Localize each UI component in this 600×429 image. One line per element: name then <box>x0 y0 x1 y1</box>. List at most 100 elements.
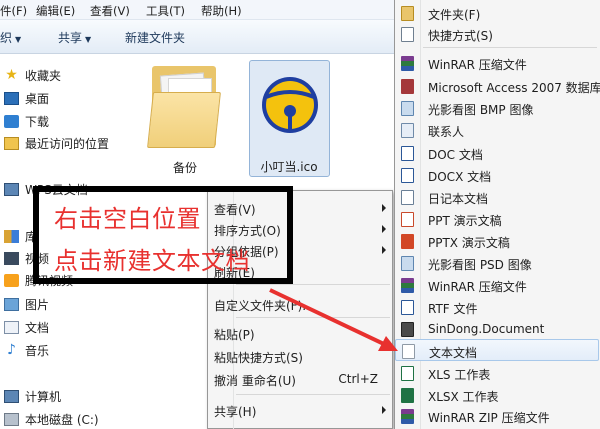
menu-label: DOCX 文档 <box>428 170 492 184</box>
new-pptx-item[interactable]: PPTX 演示文稿 <box>395 230 600 252</box>
menu-item-share[interactable]: 共享(H) <box>208 400 394 420</box>
computer-icon <box>4 389 19 403</box>
menu-view[interactable]: 查看(V) <box>90 3 130 19</box>
menu-label: DOC 文档 <box>428 148 483 162</box>
menu-label: WinRAR 压缩文件 <box>428 58 527 72</box>
music-icon: ♪ <box>7 341 16 358</box>
psd-icon <box>401 256 414 271</box>
new-winrar-zip-item[interactable]: WinRAR ZIP 压缩文件 <box>395 405 600 427</box>
winrar-icon <box>401 278 414 293</box>
star-icon: ★ <box>5 66 18 83</box>
document-icon <box>4 320 19 334</box>
new-xls-item[interactable]: XLS 工作表 <box>395 362 600 384</box>
nav-label: 图片 <box>25 297 50 312</box>
new-journal-item[interactable]: 日记本文档 <box>395 186 600 208</box>
new-rtf-item[interactable]: RTF 文件 <box>395 296 600 318</box>
tencent-video-icon <box>4 273 19 287</box>
nav-downloads[interactable]: 下载 <box>4 112 49 130</box>
disk-icon <box>4 412 19 426</box>
menu-label: 粘贴快捷方式(S) <box>214 351 303 365</box>
menu-label: 联系人 <box>428 125 465 139</box>
picture-icon <box>4 297 19 311</box>
pptx-icon <box>401 234 414 249</box>
nav-computer[interactable]: 计算机 <box>4 387 61 405</box>
video-icon <box>4 251 19 265</box>
nav-pictures[interactable]: 图片 <box>4 295 49 313</box>
new-contact-item[interactable]: 联系人 <box>395 119 600 141</box>
new-folder-item[interactable]: 文件夹(F) <box>395 2 600 24</box>
menu-item-paste[interactable]: 粘贴(P) <box>208 323 394 343</box>
nav-label: 计算机 <box>25 389 62 404</box>
nav-music[interactable]: ♪ 音乐 <box>4 341 49 359</box>
menu-label: WinRAR 压缩文件 <box>428 280 527 294</box>
menu-label: 光影看图 BMP 图像 <box>428 103 534 117</box>
new-docx-item[interactable]: DOCX 文档 <box>395 164 600 186</box>
new-access-item[interactable]: Microsoft Access 2007 数据库 <box>395 75 600 97</box>
contact-icon <box>401 123 414 138</box>
menu-label: RTF 文件 <box>428 302 478 316</box>
share-label: 共享 <box>58 31 83 45</box>
menu-help[interactable]: 帮助(H) <box>201 3 242 19</box>
menu-label: 文件夹(F) <box>428 8 481 22</box>
cloud-icon <box>4 182 19 196</box>
new-winrar-item[interactable]: WinRAR 压缩文件 <box>395 52 600 74</box>
new-sindong-item[interactable]: SinDong.Document <box>395 318 600 340</box>
nav-label: 收藏夹 <box>25 68 62 83</box>
docx-icon <box>401 168 414 183</box>
new-xlsx-item[interactable]: XLSX 工作表 <box>395 384 600 406</box>
nav-documents[interactable]: 文档 <box>4 318 49 336</box>
nav-favorites[interactable]: ★ 收藏夹 <box>4 66 61 84</box>
new-winrar-item-2[interactable]: WinRAR 压缩文件 <box>395 274 600 296</box>
menu-label: 撤消 重命名(U) <box>214 374 296 388</box>
xls-icon <box>401 366 414 381</box>
menu-label: 日记本文档 <box>428 192 489 206</box>
new-bmp-item[interactable]: 光影看图 BMP 图像 <box>395 97 600 119</box>
new-ppt-item[interactable]: PPT 演示文稿 <box>395 208 600 230</box>
organize-button[interactable]: 织 ▼ <box>0 29 21 46</box>
menu-tools[interactable]: 工具(T) <box>146 3 185 19</box>
new-submenu: 文件夹(F) 快捷方式(S) WinRAR 压缩文件 Microsoft Acc… <box>394 0 600 429</box>
nav-local-disk[interactable]: 本地磁盘 (C:) <box>4 410 99 428</box>
xlsx-icon <box>401 388 414 403</box>
menu-item-customize-folder[interactable]: 自定义文件夹(F)... <box>208 294 394 314</box>
menu-edit[interactable]: 编辑(E) <box>36 3 75 19</box>
new-text-document-item[interactable]: 文本文档 <box>395 339 599 361</box>
library-icon <box>4 229 19 243</box>
chevron-right-icon <box>382 204 386 212</box>
nav-recent[interactable]: 最近访问的位置 <box>4 134 109 152</box>
menu-label: WinRAR ZIP 压缩文件 <box>428 411 550 425</box>
menu-separator <box>423 47 597 48</box>
share-button[interactable]: 共享 ▼ <box>58 29 91 46</box>
nav-desktop[interactable]: 桌面 <box>4 89 49 107</box>
nav-label: 音乐 <box>25 343 50 358</box>
nav-label: 最近访问的位置 <box>25 136 110 151</box>
menu-label: PPT 演示文稿 <box>428 214 502 228</box>
sindong-icon <box>401 322 414 337</box>
menu-label: 文本文档 <box>429 346 478 360</box>
menu-label: Microsoft Access 2007 数据库 <box>428 81 600 95</box>
menu-separator <box>236 284 390 285</box>
menu-label: 快捷方式(S) <box>428 29 493 43</box>
doraemon-bell-icon <box>262 77 318 133</box>
winrar-icon <box>401 56 414 71</box>
folder-item[interactable] <box>146 62 224 154</box>
menu-label: 共享(H) <box>214 405 257 419</box>
chevron-right-icon <box>382 406 386 414</box>
chevron-down-icon: ▼ <box>15 35 22 44</box>
new-folder-button[interactable]: 新建文件夹 <box>125 29 185 46</box>
menu-item-undo-rename[interactable]: 撤消 重命名(U) Ctrl+Z <box>208 369 394 389</box>
new-psd-item[interactable]: 光影看图 PSD 图像 <box>395 252 600 274</box>
desktop-icon <box>4 91 19 105</box>
text-document-icon <box>402 344 415 359</box>
menu-item-paste-shortcut[interactable]: 粘贴快捷方式(S) <box>208 346 394 366</box>
new-shortcut-item[interactable]: 快捷方式(S) <box>395 23 600 45</box>
download-icon <box>4 114 19 128</box>
menu-file[interactable]: 件(F) <box>0 3 27 19</box>
folder-label: 备份 <box>172 161 197 175</box>
menu-label: 粘贴(P) <box>214 328 255 342</box>
new-doc-item[interactable]: DOC 文档 <box>395 142 600 164</box>
chevron-right-icon <box>382 246 386 254</box>
folder-icon <box>401 6 414 21</box>
nav-label: 文档 <box>25 320 50 335</box>
menu-label: PPTX 演示文稿 <box>428 236 510 250</box>
